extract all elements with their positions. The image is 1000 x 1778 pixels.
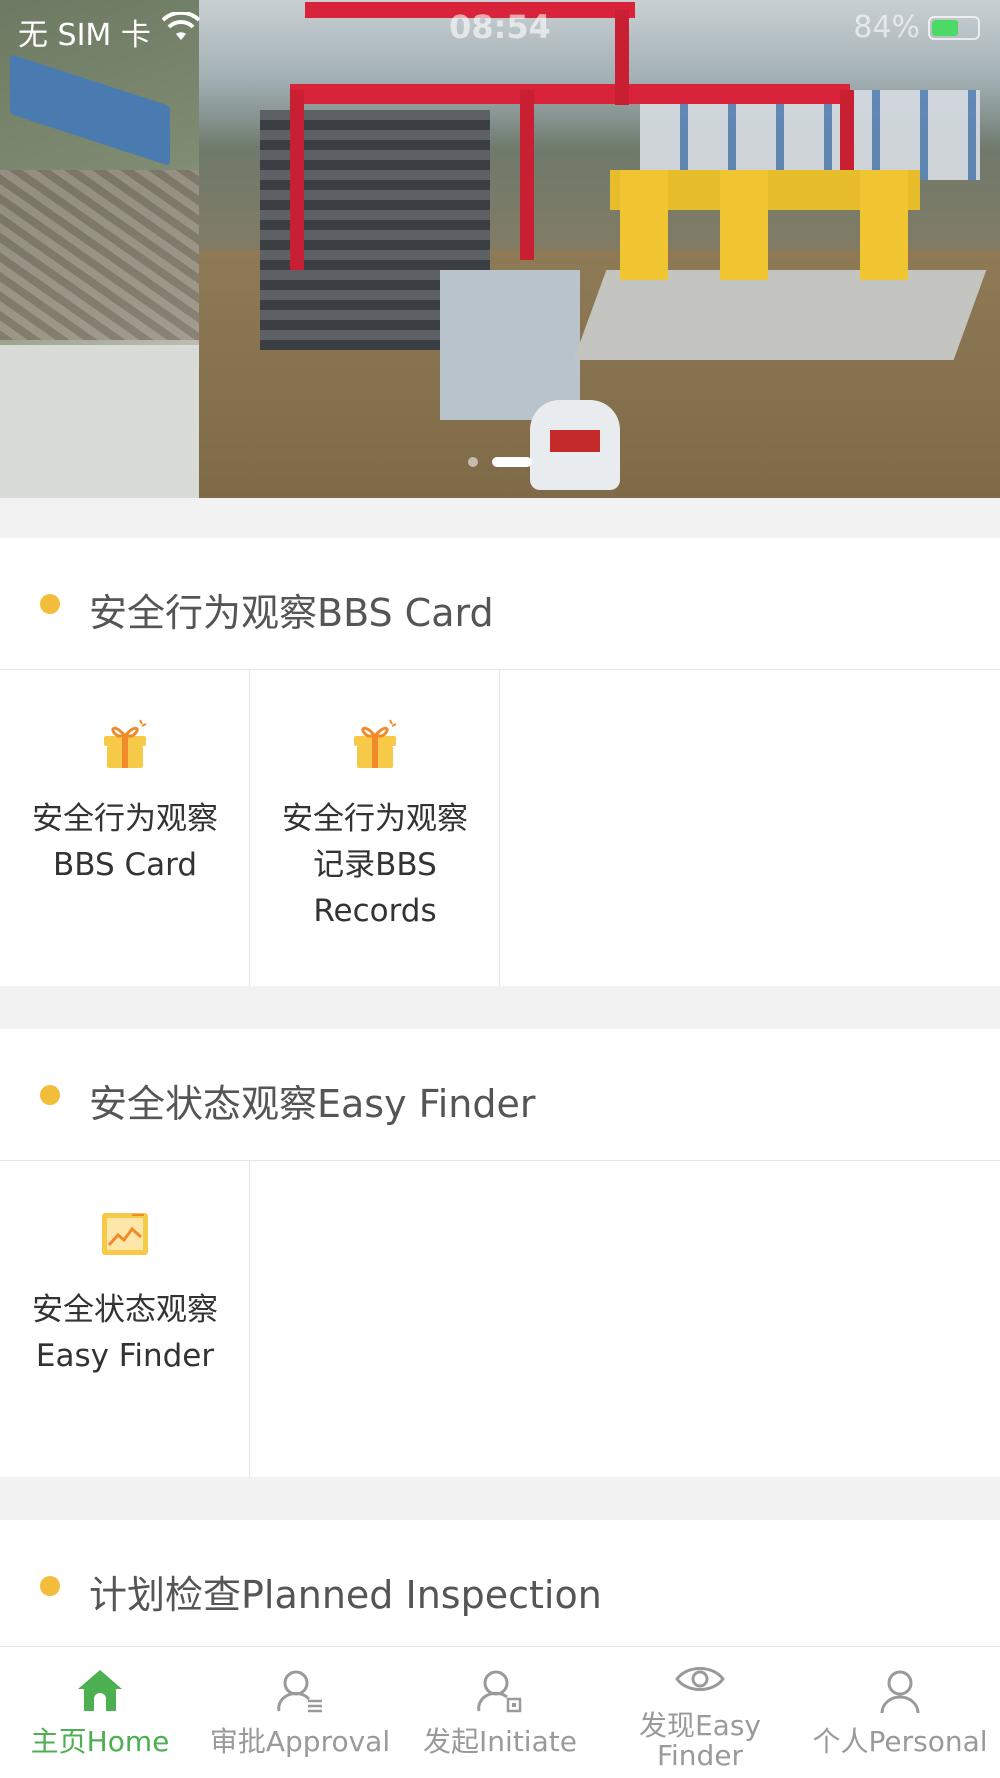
tab-personal[interactable]: 个人Personal — [800, 1647, 1000, 1778]
menu-item-label: 安全行为观察记录BBS Records — [282, 801, 468, 929]
user-list-icon — [277, 1670, 322, 1713]
menu-item-easy-finder[interactable]: 安全状态观察Easy Finder — [0, 1161, 250, 1477]
gift-icon — [104, 719, 147, 768]
user-icon — [880, 1670, 920, 1714]
section-header: 计划检查Planned Inspection — [0, 1520, 1000, 1652]
banner-previous-slide — [0, 0, 199, 498]
tab-approval[interactable]: 审批Approval — [200, 1647, 400, 1778]
bottom-tab-bar: 主页Home 审批Approval 发起Initiate 发现Easy Find… — [0, 1646, 1000, 1778]
section-planned-inspection: 计划检查Planned Inspection — [0, 1520, 1000, 1660]
battery-icon — [928, 16, 980, 40]
section-title: 安全状态观察Easy Finder — [89, 1082, 536, 1126]
menu-grid: 安全状态观察Easy Finder — [0, 1161, 1000, 1477]
section-easy-finder: 安全状态观察Easy Finder 安全状态观察Easy Finder — [0, 1029, 1000, 1477]
home-icon — [78, 1670, 122, 1711]
section-title: 计划检查Planned Inspection — [89, 1573, 602, 1617]
section-header: 安全状态观察Easy Finder — [0, 1029, 1000, 1161]
menu-grid: 安全行为观察BBS Card 安全行为观察记录BBS Records — [0, 670, 1000, 986]
bullet-dot-icon — [40, 1576, 60, 1596]
section-bbs-card: 安全行为观察BBS Card 安全行为观察BBS Card 安全行为观察记录BB… — [0, 538, 1000, 986]
tab-label: 发起Initiate — [423, 1725, 577, 1758]
carousel-indicator — [0, 456, 1000, 468]
tab-easy-finder[interactable]: 发现Easy Finder — [600, 1647, 800, 1778]
gift-icon — [354, 719, 397, 768]
bullet-dot-icon — [40, 1085, 60, 1105]
clock: 08:54 — [449, 8, 551, 46]
picture-chart-icon — [102, 1213, 148, 1255]
section-header: 安全行为观察BBS Card — [0, 538, 1000, 670]
battery-percent: 84% — [853, 10, 920, 45]
tab-home[interactable]: 主页Home — [0, 1647, 200, 1778]
bullet-dot-icon — [40, 594, 60, 614]
section-title: 安全行为观察BBS Card — [89, 591, 494, 635]
status-bar: 无 SIM 卡 08:54 84% — [0, 0, 1000, 56]
banner-carousel[interactable] — [0, 0, 1000, 498]
menu-item-bbs-records[interactable]: 安全行为观察记录BBS Records — [250, 670, 500, 986]
carousel-dot-active[interactable] — [492, 457, 532, 467]
user-add-icon — [477, 1670, 522, 1713]
tab-label: 发现Easy Finder — [638, 1709, 761, 1772]
tab-initiate[interactable]: 发起Initiate — [400, 1647, 600, 1778]
tab-label: 个人Personal — [812, 1725, 988, 1758]
tab-label: 审批Approval — [209, 1725, 391, 1758]
carousel-dot[interactable] — [468, 457, 478, 467]
menu-item-label: 安全状态观察Easy Finder — [32, 1292, 218, 1374]
menu-item-label: 安全行为观察BBS Card — [32, 801, 218, 883]
eye-icon — [675, 1667, 725, 1691]
tab-label: 主页Home — [30, 1725, 170, 1758]
app-screen: 无 SIM 卡 08:54 84% 安全行为观察BBS Card 安全行为观察B… — [0, 0, 1000, 1778]
menu-item-bbs-card[interactable]: 安全行为观察BBS Card — [0, 670, 250, 986]
